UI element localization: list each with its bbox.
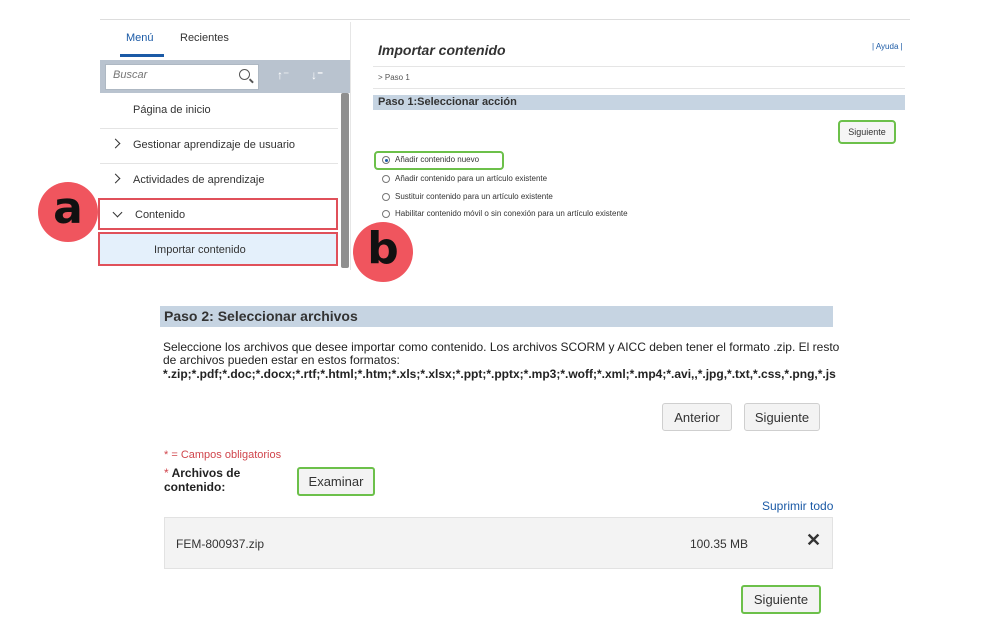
step1-header: Paso 1:Seleccionar acción <box>373 95 905 110</box>
radio-button[interactable] <box>382 193 390 201</box>
scrollbar-thumb[interactable] <box>341 93 349 268</box>
radio-label: Añadir contenido nuevo <box>395 155 480 164</box>
search-input[interactable] <box>113 69 233 81</box>
radio-label: Sustituir contenido para un artículo exi… <box>395 192 553 201</box>
file-size: 100.35 MB <box>690 537 749 551</box>
content-files-label-text: Archivos de contenido: <box>164 466 241 494</box>
sort-ascending-icon[interactable]: ↑⁻ <box>277 68 289 82</box>
radio-button[interactable] <box>382 175 390 183</box>
content-files-label: * Archivos de contenido: <box>164 466 274 494</box>
sidebar-item-label: Contenido <box>135 209 186 221</box>
annotation-badge-a: a <box>38 182 98 242</box>
title-divider <box>373 66 905 67</box>
file-row: FEM-800937.zip 100.35 MB ✕ <box>164 517 833 569</box>
sidebar-item-label: Gestionar aprendizaje de usuario <box>133 139 296 151</box>
panel-divider <box>350 22 351 270</box>
sidebar-item-label: Página de inicio <box>133 104 211 116</box>
required-fields-note: * = Campos obligatorios <box>164 449 282 461</box>
tab-recientes[interactable]: Recientes <box>180 32 229 44</box>
step2-header: Paso 2: Seleccionar archivos <box>160 306 833 327</box>
sidebar-item-actividades[interactable]: Actividades de aprendizaje <box>100 163 340 199</box>
annotation-badge-b: b <box>353 222 413 282</box>
sort-descending-icon[interactable]: ↓⁼ <box>311 68 323 82</box>
chevron-down-icon <box>112 207 123 218</box>
help-link[interactable]: | Ayuda | <box>872 42 903 51</box>
step1-next-button[interactable]: Siguiente <box>838 120 896 144</box>
search-icon[interactable] <box>239 69 250 80</box>
browse-button[interactable]: Examinar <box>297 467 375 496</box>
active-tab-indicator <box>120 54 164 57</box>
breadcrumb-divider <box>373 88 905 89</box>
previous-button[interactable]: Anterior <box>662 403 732 431</box>
radio-button[interactable] <box>382 210 390 218</box>
close-icon[interactable]: ✕ <box>806 530 821 551</box>
sidebar-tabs: Menú Recientes <box>100 22 350 60</box>
sidebar: Menú Recientes ↑⁻ ↓⁼ Página de inicio Ge… <box>98 22 350 270</box>
sidebar-subitem-importar-contenido[interactable]: Importar contenido <box>98 232 338 266</box>
sidebar-item-label: Actividades de aprendizaje <box>133 174 265 186</box>
file-name: FEM-800937.zip <box>176 537 265 551</box>
top-divider-line <box>100 19 910 20</box>
chevron-right-icon <box>110 173 121 184</box>
sidebar-item-pagina-de-inicio[interactable]: Página de inicio <box>100 93 340 129</box>
tab-menu[interactable]: Menú <box>126 32 154 44</box>
help-link-label[interactable]: Ayuda <box>876 42 899 51</box>
search-bar: ↑⁻ ↓⁼ <box>100 60 350 93</box>
sidebar-item-label: Importar contenido <box>154 244 246 256</box>
step2-next-button[interactable]: Siguiente <box>744 403 820 431</box>
bottom-next-button[interactable]: Siguiente <box>741 585 821 614</box>
page-title: Importar contenido <box>378 42 506 58</box>
radio-label: Habilitar contenido móvil o sin conexión… <box>395 209 628 218</box>
delete-all-link[interactable]: Suprimir todo <box>762 499 833 513</box>
breadcrumb: > Paso 1 <box>378 73 410 82</box>
allowed-formats: *.zip;*.pdf;*.doc;*.docx;*.rtf;*.html;*.… <box>163 367 836 381</box>
required-marker: * <box>164 466 169 480</box>
search-box[interactable] <box>105 64 259 90</box>
sidebar-item-gestionar-aprendizaje[interactable]: Gestionar aprendizaje de usuario <box>100 128 340 164</box>
step2-description: Seleccione los archivos que desee import… <box>163 340 840 367</box>
step2-header-label: Paso 2: Seleccionar archivos <box>164 308 358 324</box>
step1-header-label: Paso 1:Seleccionar acción <box>378 96 517 108</box>
chevron-right-icon <box>110 138 121 149</box>
radio-button[interactable] <box>382 156 390 164</box>
radio-label: Añadir contenido para un artículo existe… <box>395 174 548 183</box>
scrollbar[interactable] <box>338 93 350 270</box>
sidebar-item-contenido[interactable]: Contenido <box>98 198 338 230</box>
